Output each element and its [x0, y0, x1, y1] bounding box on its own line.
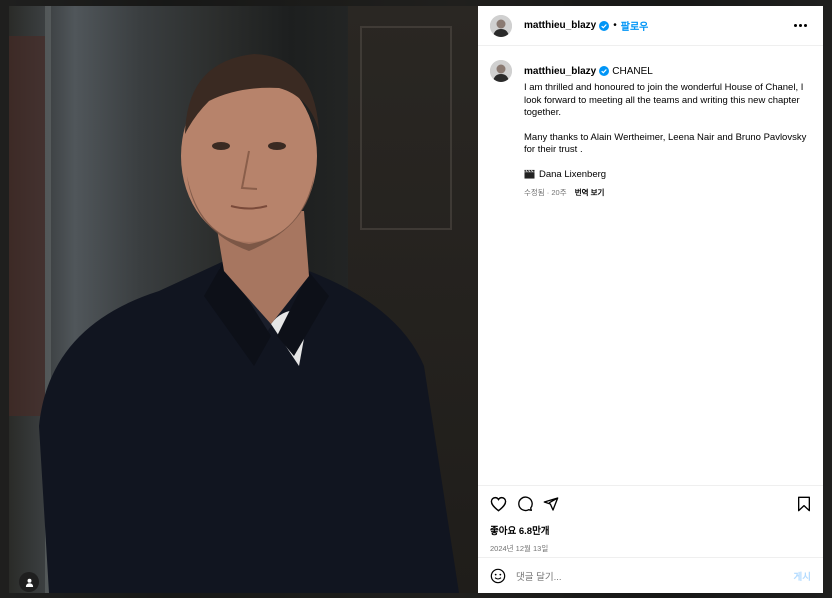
caption-username[interactable]: matthieu_blazy [524, 66, 596, 77]
save-button[interactable] [797, 496, 811, 512]
post-author-username[interactable]: matthieu_blazy [524, 20, 596, 31]
caption-text: I am thrilled and honoured to join the w… [524, 82, 814, 157]
tagged-user-button[interactable] [19, 572, 39, 592]
credit-name: Dana Lixenberg [539, 168, 607, 180]
smile-icon[interactable] [490, 568, 506, 584]
caption-tag[interactable]: CHANEL [612, 66, 653, 77]
comment-input[interactable]: 댓글 달기... [516, 569, 794, 583]
more-options-button[interactable] [790, 20, 811, 31]
post-header: matthieu_blazy • 팔로우 [478, 6, 823, 46]
user-icon [25, 578, 33, 587]
edited-time: 수정됨 · 20주 [524, 187, 567, 197]
bookmark-icon [798, 496, 810, 512]
post-media[interactable] [9, 6, 478, 593]
post-comment-button[interactable]: 게시 [794, 569, 811, 583]
post-actions: 좋아요 6.8만개 2024년 12월 13일 [478, 485, 823, 557]
clapperboard-icon [524, 169, 535, 179]
post-details-panel: matthieu_blazy • 팔로우 matthieu_blazy CHAN… [478, 6, 823, 593]
verified-badge-icon [599, 20, 610, 31]
caption-paragraph: Many thanks to Alain Wertheimer, Leena N… [524, 131, 807, 156]
post-photo [39, 54, 459, 593]
caption-paragraph: I am thrilled and honoured to join the w… [524, 82, 804, 118]
comments-area[interactable]: matthieu_blazy CHANEL I am thrilled and … [478, 46, 823, 485]
separator: • [613, 20, 617, 31]
caption-meta: 수정됨 · 20주 번역 보기 [524, 187, 811, 198]
like-button[interactable] [490, 496, 507, 512]
photo-credit: Dana Lixenberg [524, 169, 811, 180]
avatar-image [490, 14, 512, 37]
avatar[interactable] [490, 14, 512, 37]
more-horizontal-icon [794, 24, 797, 27]
post-date[interactable]: 2024년 12월 13일 [490, 543, 811, 554]
verified-badge-icon [599, 66, 610, 76]
follow-button[interactable]: 팔로우 [621, 18, 649, 33]
translate-button[interactable]: 번역 보기 [575, 188, 605, 197]
share-button[interactable] [543, 496, 559, 512]
heart-icon [490, 496, 507, 512]
likes-count[interactable]: 좋아요 6.8만개 [490, 523, 811, 537]
comment-button[interactable] [517, 496, 533, 512]
send-icon [543, 497, 559, 511]
avatar[interactable] [490, 60, 512, 82]
comment-icon [518, 496, 533, 512]
add-comment-bar: 댓글 달기... 게시 [478, 557, 823, 593]
